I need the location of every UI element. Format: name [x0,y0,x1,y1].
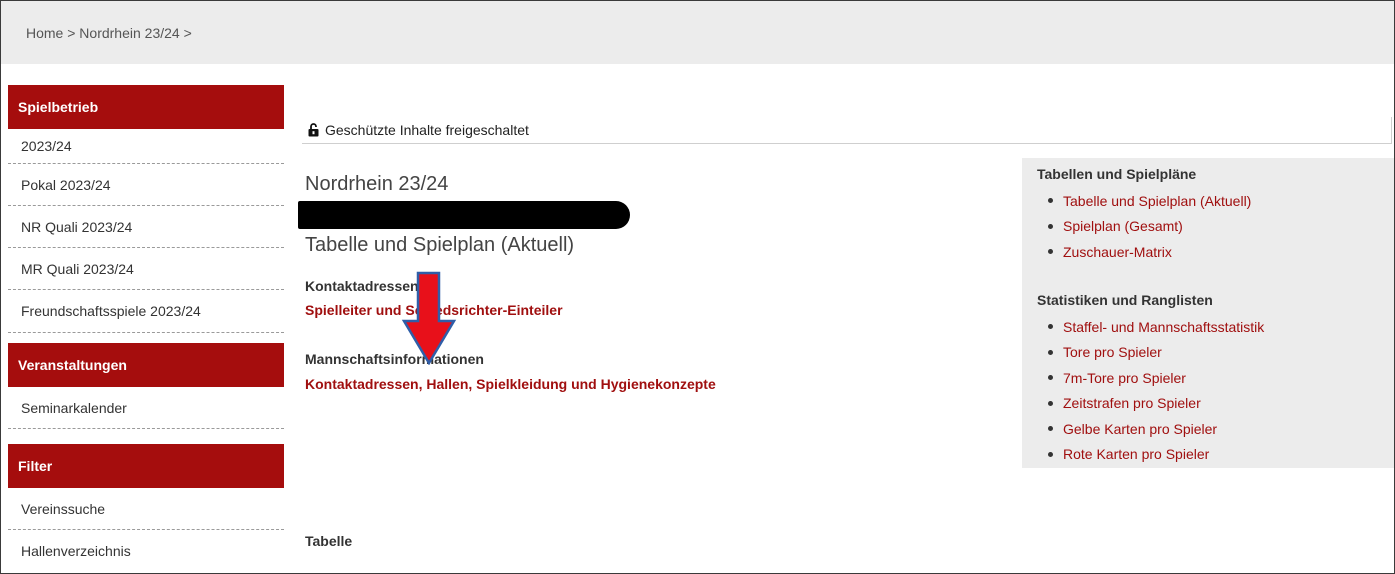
sidebar-item-hallenverzeichnis[interactable]: Hallenverzeichnis [8,530,284,572]
team-info-heading: Mannschaftsinformationen [305,351,484,367]
list-item[interactable]: Tore pro Spieler [1037,340,1264,366]
list-item[interactable]: Spielplan (Gesamt) [1037,214,1251,240]
stats-list: Staffel- und Mannschaftsstatistik Tore p… [1037,314,1264,467]
down-arrow-icon [401,271,457,368]
league-title: Nordrhein 23/24 [305,173,449,195]
info-panel: Tabellen und Spielpläne Tabelle und Spie… [1022,158,1394,468]
sidebar-item-vereinssuche[interactable]: Vereinssuche [8,488,284,530]
list-item[interactable]: Gelbe Karten pro Spieler [1037,416,1264,442]
sidebar-item-pokal[interactable]: Pokal 2023/24 [8,164,284,206]
sidebar-header-veranstaltungen[interactable]: Veranstaltungen [8,343,284,387]
list-item[interactable]: Zuschauer-Matrix [1037,239,1251,265]
bullet-icon [1048,223,1053,229]
bullet-icon [1048,451,1053,457]
list-item[interactable]: Zeitstrafen pro Spieler [1037,391,1264,417]
bullet-icon [1048,249,1053,255]
sidebar-item-seminarkalender[interactable]: Seminarkalender [8,387,284,429]
bullet-icon [1048,349,1053,355]
sidebar-item-mr-quali[interactable]: MR Quali 2023/24 [8,248,284,290]
table-heading: Tabelle [305,533,353,549]
sidebar: Spielbetrieb 2023/24 Pokal 2023/24 NR Qu… [8,85,284,572]
list-item[interactable]: Staffel- und Mannschaftsstatistik [1037,314,1264,340]
schedules-heading: Tabellen und Spielpläne [1037,166,1197,182]
stats-heading: Statistiken und Ranglisten [1037,292,1213,308]
unlock-status-bar: Geschützte Inhalte freigeschaltet [302,117,1392,144]
bullet-icon [1048,400,1053,406]
sidebar-header-spielbetrieb[interactable]: Spielbetrieb [8,85,284,129]
sidebar-header-filter[interactable]: Filter [8,444,284,488]
bullet-icon [1048,198,1053,204]
list-item[interactable]: Rote Karten pro Spieler [1037,442,1264,468]
bullet-icon [1048,375,1053,381]
unlocked-padlock-icon [308,123,319,137]
team-info-link[interactable]: Kontaktadressen, Hallen, Spielkleidung u… [305,376,716,392]
bullet-icon [1048,324,1053,330]
sidebar-item-freundschaftsspiele[interactable]: Freundschaftsspiele 2023/24 [8,290,284,333]
schedules-list: Tabelle und Spielplan (Aktuell) Spielpla… [1037,188,1251,265]
sidebar-item-nr-quali[interactable]: NR Quali 2023/24 [8,206,284,248]
page-title: Tabelle und Spielplan (Aktuell) [305,234,575,256]
sidebar-item-2023-24[interactable]: 2023/24 [8,129,284,164]
page-frame: Home > Nordrhein 23/24 > Spielbetrieb 20… [0,0,1395,574]
breadcrumb-bar: Home > Nordrhein 23/24 > [1,1,1394,64]
breadcrumb[interactable]: Home > Nordrhein 23/24 > [26,25,192,41]
redaction-bar [298,201,630,229]
unlock-status-text: Geschützte Inhalte freigeschaltet [325,122,529,138]
bullet-icon [1048,426,1053,432]
list-item[interactable]: Tabelle und Spielplan (Aktuell) [1037,188,1251,214]
list-item[interactable]: 7m-Tore pro Spieler [1037,365,1264,391]
